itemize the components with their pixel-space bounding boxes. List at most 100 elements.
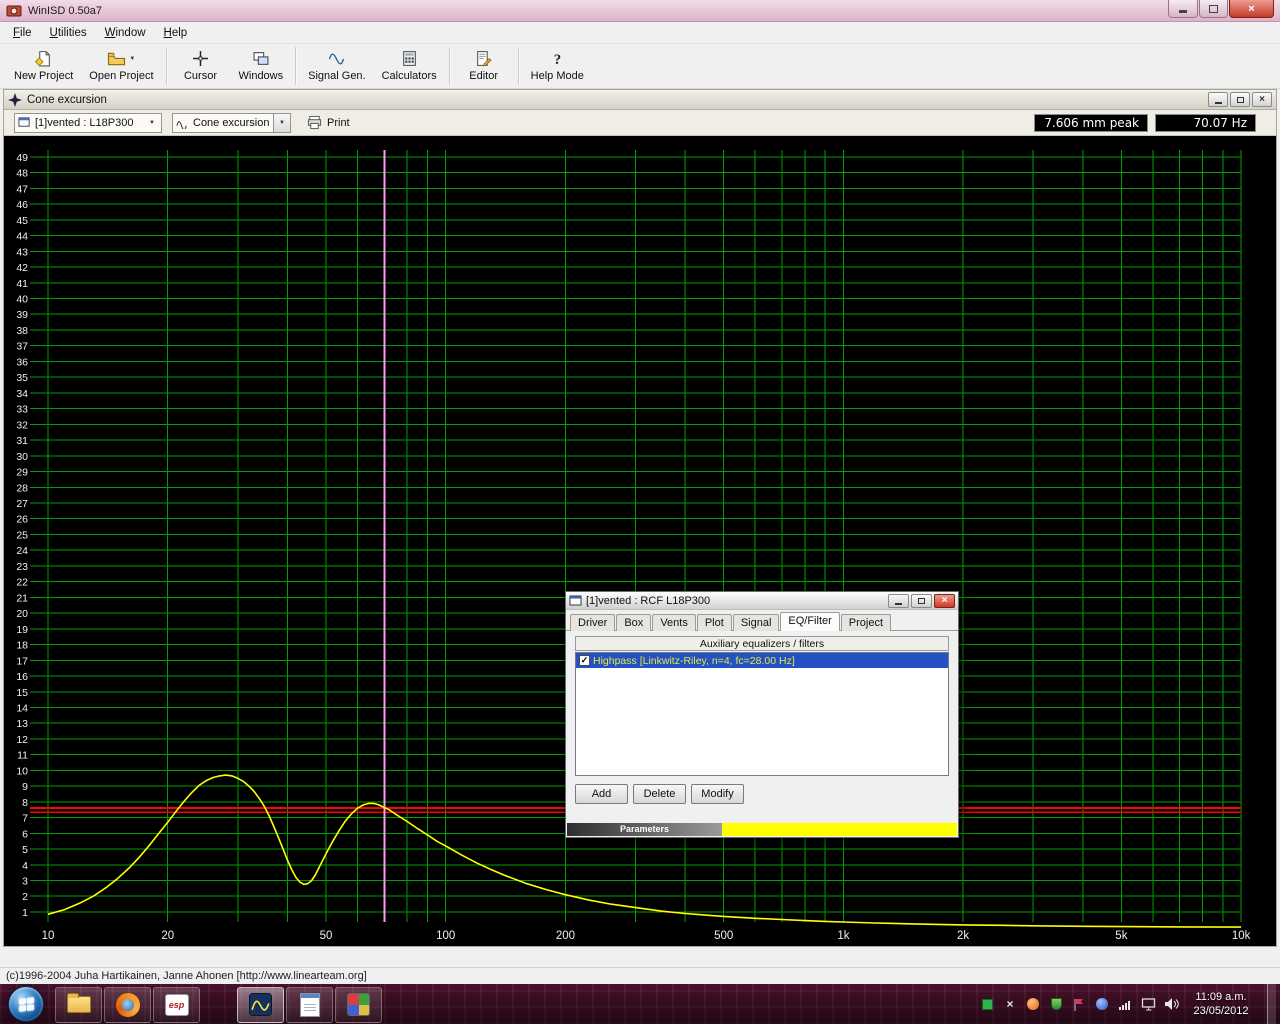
maximize-icon: [918, 598, 925, 604]
maximize-button[interactable]: [1199, 0, 1228, 18]
y-tick-label: 22: [16, 577, 28, 589]
filter-checkbox[interactable]: ✓: [579, 655, 590, 666]
x-tick-label: 200: [556, 930, 575, 942]
windows-label: Windows: [239, 70, 284, 82]
tray-icon-flag[interactable]: [1071, 996, 1087, 1012]
parameters-header[interactable]: Parameters: [567, 823, 722, 836]
close-button[interactable]: ×: [1229, 0, 1274, 18]
open-project-dropdown-icon[interactable]: ▼: [129, 56, 135, 62]
menu-file[interactable]: File: [4, 24, 41, 42]
taskbar-clock[interactable]: 11:09 a.m. 23/05/2012: [1186, 990, 1256, 1018]
tab-project[interactable]: Project: [841, 614, 891, 631]
tab-driver[interactable]: Driver: [570, 614, 615, 631]
titlebar[interactable]: WinISD 0.50a7 ×: [0, 0, 1280, 22]
taskbar-button-paint[interactable]: [335, 987, 382, 1023]
y-tick-label: 19: [16, 624, 28, 636]
dialog-minimize-button[interactable]: [888, 594, 909, 608]
parameters-signal-strip: [722, 823, 957, 836]
tray-icon-volume[interactable]: [1163, 996, 1179, 1012]
minimize-icon: [895, 603, 902, 605]
tab-box[interactable]: Box: [616, 614, 651, 631]
y-tick-label: 10: [16, 765, 28, 777]
dialog-titlebar[interactable]: [1]vented : RCF L18P300 ×: [566, 592, 958, 610]
y-tick-label: 13: [16, 718, 28, 730]
y-tick-label: 11: [17, 750, 28, 762]
cursor-label: Cursor: [184, 70, 217, 82]
taskbar-button-esp[interactable]: esp: [153, 987, 200, 1023]
cursor-button[interactable]: Cursor: [171, 45, 231, 87]
menu-utilities[interactable]: Utilities: [41, 24, 96, 42]
toolbar-separator: [166, 47, 167, 85]
tab-plot[interactable]: Plot: [697, 614, 732, 631]
y-tick-label: 44: [16, 231, 28, 243]
y-tick-label: 27: [16, 498, 28, 510]
winisd-icon: [249, 993, 272, 1016]
tab-eq-filter[interactable]: EQ/Filter: [780, 612, 839, 631]
y-tick-label: 32: [16, 419, 28, 431]
menu-help[interactable]: Help: [155, 24, 197, 42]
taskbar: esp × 11:09 a.m. 2: [0, 984, 1280, 1024]
tray-icon-app-blue[interactable]: [1094, 996, 1110, 1012]
firefox-icon: [116, 993, 140, 1017]
y-tick-label: 37: [16, 341, 28, 353]
print-icon: [307, 115, 322, 130]
print-button[interactable]: Print: [307, 115, 350, 130]
y-tick-label: 16: [16, 671, 28, 683]
signal-gen-button[interactable]: Signal Gen.: [300, 45, 373, 87]
plot-type-combo[interactable]: Cone excursion: [172, 113, 274, 133]
start-button[interactable]: [8, 986, 44, 1022]
add-button[interactable]: Add: [575, 784, 628, 804]
esp-icon: esp: [165, 994, 189, 1016]
project-combo[interactable]: [1]vented : L18P300 ▼: [14, 113, 162, 133]
calculators-button[interactable]: Calculators: [374, 45, 445, 87]
cone-excursion-titlebar[interactable]: Cone excursion ×: [4, 90, 1276, 110]
tab-vents[interactable]: Vents: [652, 614, 696, 631]
taskbar-button-notepad[interactable]: [286, 987, 333, 1023]
filter-list-item[interactable]: ✓ Highpass [Linkwitz-Riley, n=4, fc=28.0…: [576, 653, 948, 668]
y-tick-label: 12: [16, 734, 28, 746]
paint-icon: [347, 993, 370, 1016]
new-project-button[interactable]: New Project: [6, 45, 81, 87]
taskbar-button-winisd[interactable]: [237, 987, 284, 1023]
menu-window[interactable]: Window: [96, 24, 155, 42]
dialog-tabs: Driver Box Vents Plot Signal EQ/Filter P…: [566, 610, 958, 631]
help-mode-button[interactable]: ? Help Mode: [523, 45, 592, 87]
new-project-label: New Project: [14, 70, 73, 82]
tray-icon-status-green[interactable]: [979, 996, 995, 1012]
child-minimize-button[interactable]: [1208, 92, 1228, 107]
tray-icon-app-orange[interactable]: [1025, 996, 1041, 1012]
taskbar-button-firefox[interactable]: [104, 987, 151, 1023]
y-tick-label: 28: [16, 482, 28, 494]
show-desktop-button[interactable]: [1267, 984, 1276, 1024]
minimize-button[interactable]: [1168, 0, 1198, 18]
plot-type-dropdown-button[interactable]: ▼: [274, 113, 291, 133]
dialog-maximize-button[interactable]: [911, 594, 932, 608]
x-tick-label: 2k: [957, 930, 969, 942]
tray-icon-signal-bars[interactable]: [1117, 996, 1133, 1012]
y-tick-label: 42: [16, 262, 28, 274]
modify-button[interactable]: Modify: [691, 784, 744, 804]
project-combo-arrow-icon[interactable]: ▼: [146, 120, 158, 126]
signal-gen-icon: [327, 51, 346, 67]
tab-signal[interactable]: Signal: [733, 614, 780, 631]
tray-icon-shield[interactable]: [1048, 996, 1064, 1012]
y-tick-label: 17: [16, 655, 28, 667]
child-restore-button[interactable]: [1230, 92, 1250, 107]
child-close-button[interactable]: ×: [1252, 92, 1272, 107]
x-tick-label: 500: [714, 930, 733, 942]
window-title: WinISD 0.50a7: [28, 5, 102, 17]
y-tick-label: 45: [16, 215, 28, 227]
delete-button[interactable]: Delete: [633, 784, 686, 804]
plot-window-icon: [8, 93, 22, 107]
y-tick-label: 48: [16, 168, 28, 180]
taskbar-button-explorer[interactable]: [55, 987, 102, 1023]
windows-button[interactable]: Windows: [231, 45, 292, 87]
tray-icon-network-offline[interactable]: ×: [1002, 996, 1018, 1012]
editor-button[interactable]: Editor: [454, 45, 514, 87]
tray-icon-monitor[interactable]: [1140, 996, 1156, 1012]
open-project-button[interactable]: ▼ Open Project: [81, 45, 161, 87]
notepad-icon: [300, 993, 320, 1017]
filters-listbox[interactable]: ✓ Highpass [Linkwitz-Riley, n=4, fc=28.0…: [575, 652, 949, 776]
dialog-close-button[interactable]: ×: [934, 594, 955, 608]
y-tick-label: 36: [16, 356, 28, 368]
